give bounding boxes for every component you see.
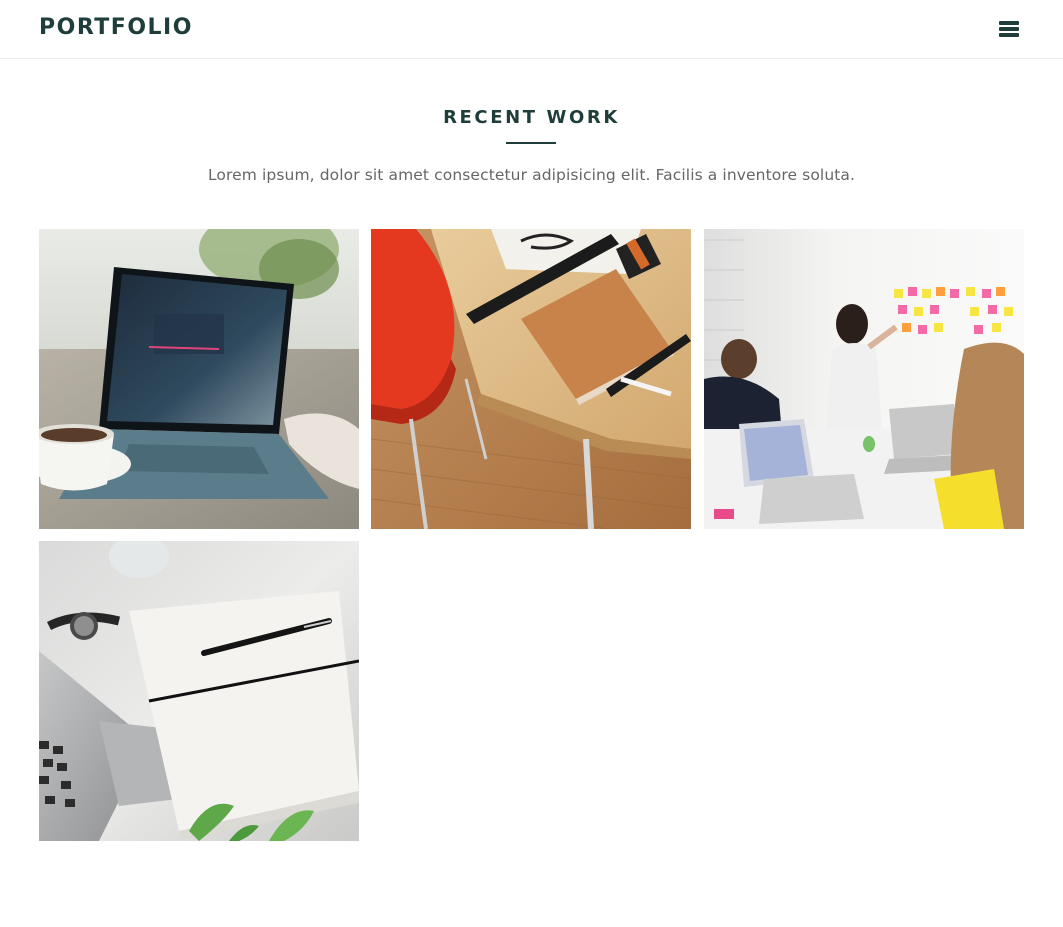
title-underline [506,142,556,144]
hamburger-menu-icon[interactable] [997,19,1021,39]
portfolio-item-team-meeting[interactable] [704,229,1024,529]
brand-logo[interactable]: PORTFOLIO [39,15,193,40]
notebook-pen-watch-laptop-photo [39,541,359,841]
section-title: RECENT WORK [443,107,620,128]
menu-bar-middle [999,27,1019,31]
portfolio-item-laptop-coffee[interactable] [39,229,359,529]
navbar: PORTFOLIO [0,0,1063,59]
menu-bar-bottom [999,33,1019,37]
section-subtitle: Lorem ipsum, dolor sit amet consectetur … [207,166,856,184]
menu-bar-top [999,21,1019,25]
desk-with-notebook-and-ruler-photo [371,229,691,529]
team-meeting-sticky-notes-photo [704,229,1024,529]
laptop-and-coffee-photo [39,229,359,529]
portfolio-item-desk-notebook[interactable] [371,229,691,529]
portfolio-item-notebook-pen[interactable] [39,541,359,841]
